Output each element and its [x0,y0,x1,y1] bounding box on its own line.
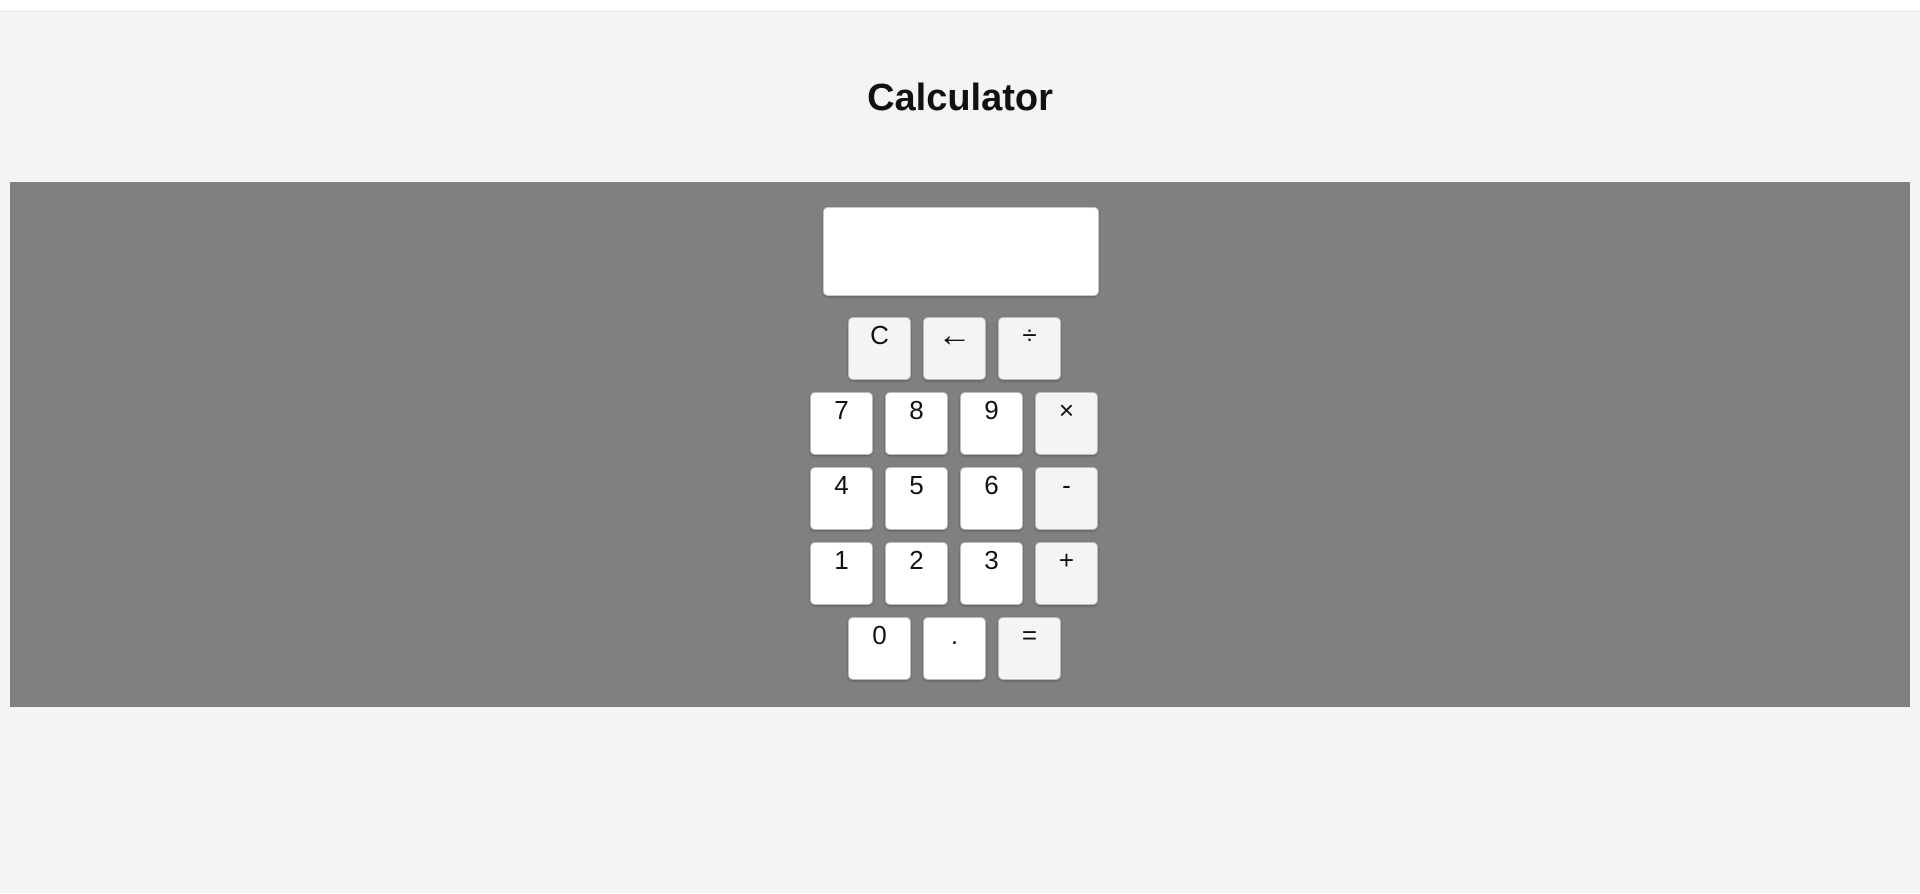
digit-8-button[interactable]: 8 [885,392,948,455]
digit-0-button[interactable]: 0 [848,617,911,680]
page: Calculator C ← ÷ 7 8 9 × 4 5 6 - 1 2 3 +… [0,11,1920,893]
calculator-display[interactable] [823,207,1099,296]
divide-button[interactable]: ÷ [998,317,1061,380]
digit-6-button[interactable]: 6 [960,467,1023,530]
digit-9-button[interactable]: 9 [960,392,1023,455]
digit-4-button[interactable]: 4 [810,467,873,530]
digit-5-button[interactable]: 5 [885,467,948,530]
digit-1-button[interactable]: 1 [810,542,873,605]
page-title: Calculator [867,77,1053,119]
calculator-panel: C ← ÷ 7 8 9 × 4 5 6 - 1 2 3 + 0 . = [10,182,1910,707]
digit-3-button[interactable]: 3 [960,542,1023,605]
backspace-button[interactable]: ← [923,317,986,380]
multiply-button[interactable]: × [1035,392,1098,455]
equals-button[interactable]: = [998,617,1061,680]
clear-button[interactable]: C [848,317,911,380]
add-button[interactable]: + [1035,542,1098,605]
subtract-button[interactable]: - [1035,467,1098,530]
decimal-button[interactable]: . [923,617,986,680]
digit-2-button[interactable]: 2 [885,542,948,605]
digit-7-button[interactable]: 7 [810,392,873,455]
